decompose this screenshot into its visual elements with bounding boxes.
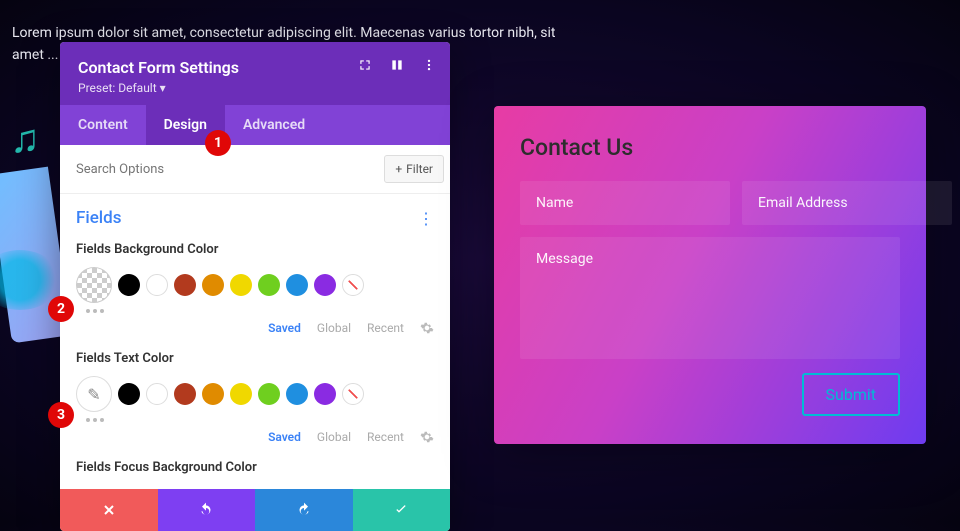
swatch-more-icon[interactable]: [86, 309, 434, 313]
meta-recent[interactable]: Recent: [367, 430, 404, 444]
contact-card: Contact Us Submit: [494, 106, 926, 444]
column-icon[interactable]: [390, 58, 404, 72]
swatch-green[interactable]: [258, 383, 280, 405]
meta-global[interactable]: Global: [317, 430, 351, 444]
meta-saved[interactable]: Saved: [268, 430, 301, 444]
name-input[interactable]: [520, 181, 730, 225]
swatch-white[interactable]: [146, 383, 168, 405]
swatch-black[interactable]: [118, 274, 140, 296]
swatch-blue[interactable]: [286, 274, 308, 296]
swatch-current-checker[interactable]: [76, 267, 112, 303]
swatch-more-icon[interactable]: [86, 418, 434, 422]
panel-header: Contact Form Settings Preset: Default ▾: [60, 42, 450, 105]
filter-label: Filter: [406, 162, 433, 176]
swatch-purple[interactable]: [314, 383, 336, 405]
swatch-black[interactable]: [118, 383, 140, 405]
field-bg-color: Fields Background Color: [60, 236, 450, 319]
field-label: Fields Background Color: [76, 242, 434, 257]
swatch-red[interactable]: [174, 274, 196, 296]
music-note-decor: ♫: [10, 115, 40, 162]
field-label: Fields Text Color: [76, 351, 434, 366]
swatch-red[interactable]: [174, 383, 196, 405]
field-label: Fields Focus Background Color: [76, 460, 434, 475]
message-input[interactable]: [520, 237, 900, 359]
meta-row: Saved Global Recent: [60, 428, 450, 454]
field-focus-bg: Fields Focus Background Color: [60, 454, 450, 489]
swatch-white[interactable]: [146, 274, 168, 296]
settings-panel: Contact Form Settings Preset: Default ▾ …: [60, 42, 450, 531]
cancel-button[interactable]: [60, 489, 158, 531]
filter-button[interactable]: + Filter: [384, 155, 444, 183]
undo-button[interactable]: [158, 489, 256, 531]
tab-content[interactable]: Content: [60, 105, 146, 145]
swatch-orange[interactable]: [202, 383, 224, 405]
gear-icon[interactable]: [420, 430, 434, 444]
swatch-yellow[interactable]: [230, 274, 252, 296]
tabs: Content Design Advanced: [60, 105, 450, 145]
meta-global[interactable]: Global: [317, 321, 351, 335]
meta-row: Saved Global Recent: [60, 319, 450, 345]
swatch-green[interactable]: [258, 274, 280, 296]
expand-icon[interactable]: [358, 58, 372, 72]
badge-1: 1: [205, 130, 231, 156]
swatch-orange[interactable]: [202, 274, 224, 296]
kebab-icon[interactable]: [422, 58, 436, 72]
section-title: Fields: [76, 208, 121, 228]
swatch-eyedropper[interactable]: ✎: [76, 376, 112, 412]
gear-icon[interactable]: [420, 321, 434, 335]
tab-advanced[interactable]: Advanced: [225, 105, 323, 145]
swatch-purple[interactable]: [314, 274, 336, 296]
meta-recent[interactable]: Recent: [367, 321, 404, 335]
swatch-none[interactable]: [342, 383, 364, 405]
email-input[interactable]: [742, 181, 952, 225]
swatch-blue[interactable]: [286, 383, 308, 405]
search-row: + Filter: [60, 145, 450, 194]
field-text-color: Fields Text Color ✎: [60, 345, 450, 428]
badge-2: 2: [48, 296, 74, 322]
submit-button[interactable]: Submit: [802, 373, 900, 416]
save-button[interactable]: [353, 489, 451, 531]
badge-3: 3: [48, 402, 74, 428]
card-title: Contact Us: [520, 134, 900, 161]
swatch-yellow[interactable]: [230, 383, 252, 405]
footer-bar: [60, 489, 450, 531]
panel-preset[interactable]: Preset: Default ▾: [78, 81, 432, 95]
meta-saved[interactable]: Saved: [268, 321, 301, 335]
swatch-none[interactable]: [342, 274, 364, 296]
search-input[interactable]: [76, 162, 384, 177]
redo-button[interactable]: [255, 489, 353, 531]
section-menu-icon[interactable]: ⋮: [418, 209, 434, 228]
